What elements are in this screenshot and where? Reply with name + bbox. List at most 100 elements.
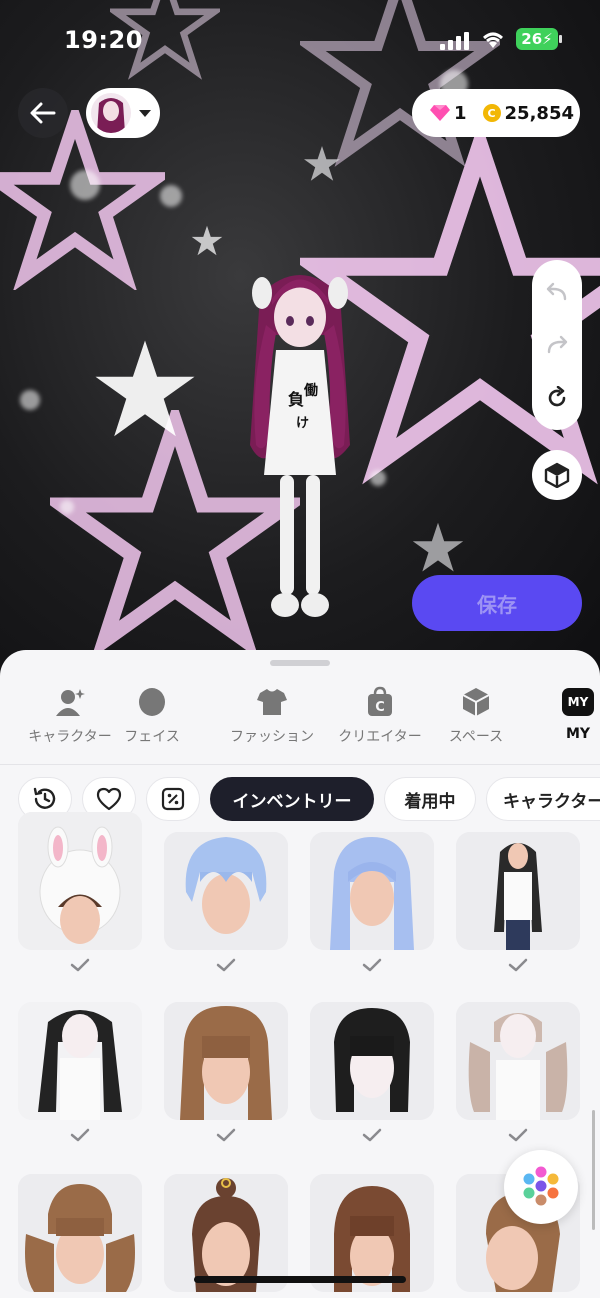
category-tabs: キャラクター フェイス ファッション C クリエイター スペース MY MY <box>0 684 600 754</box>
arrow-left-icon <box>30 102 56 124</box>
undo-button[interactable] <box>537 272 577 312</box>
svg-text:働: 働 <box>303 382 318 399</box>
sparkle <box>20 390 40 410</box>
hair-thumbnail <box>164 1002 288 1120</box>
avatar-character[interactable]: 負 働 け <box>240 255 360 625</box>
edit-history-panel <box>532 260 582 430</box>
owned-check-icon <box>164 950 288 980</box>
chevron-down-icon <box>139 109 151 117</box>
item-card[interactable] <box>164 1174 288 1292</box>
item-card[interactable] <box>310 1002 434 1150</box>
filter-character[interactable]: キャラクター <box>486 777 600 821</box>
tab-label: ファッション <box>230 729 314 745</box>
redo-icon <box>547 335 568 354</box>
hair-thumbnail <box>456 832 580 950</box>
avatar-stage: 負 働 け 19:20 26 ⚡ 1 C 25,854 保存 <box>0 0 600 690</box>
my-badge: MY <box>562 688 594 716</box>
tab-space[interactable]: スペース <box>426 684 526 754</box>
owned-check-icon <box>456 950 580 980</box>
item-card[interactable] <box>18 1174 142 1292</box>
reset-button[interactable] <box>537 378 577 418</box>
refresh-icon <box>548 385 566 406</box>
hair-thumbnail <box>18 812 142 950</box>
item-card[interactable] <box>18 1002 142 1150</box>
sparkle <box>60 500 74 514</box>
tab-label: クリエイター <box>338 729 422 745</box>
hair-thumbnail <box>310 1174 434 1292</box>
sparkle <box>370 470 386 486</box>
gem-count: 1 <box>454 102 467 124</box>
coupon-icon <box>161 787 185 811</box>
hair-thumbnail <box>456 1002 580 1120</box>
star-decoration <box>304 146 340 181</box>
tab-label: スペース <box>448 729 504 745</box>
battery-icon: 26 ⚡ <box>516 28 562 50</box>
tab-creator[interactable]: C クリエイター <box>330 684 430 754</box>
heart-icon <box>96 787 122 811</box>
creator-bag-icon: C <box>362 684 398 720</box>
face-icon <box>134 684 170 720</box>
wifi-icon <box>483 32 503 48</box>
divider <box>0 764 600 765</box>
coin-icon: C <box>482 104 501 122</box>
history-icon <box>33 787 56 809</box>
star-decoration <box>191 225 223 256</box>
my-badge-icon: MY <box>560 684 596 720</box>
filter-inventory[interactable]: インベントリー <box>210 777 374 821</box>
space-cube-icon <box>458 684 494 720</box>
back-button[interactable] <box>18 88 68 138</box>
palette-icon <box>523 1166 559 1206</box>
status-time: 19:20 <box>64 26 143 54</box>
item-card[interactable] <box>310 1174 434 1292</box>
tab-fashion[interactable]: ファッション <box>212 684 332 754</box>
hair-thumbnail <box>310 1002 434 1120</box>
currency-balance[interactable]: 1 C 25,854 <box>412 89 580 137</box>
sparkle <box>160 185 182 207</box>
redo-button[interactable] <box>537 325 577 365</box>
scrollbar[interactable] <box>592 1110 595 1230</box>
sheet-handle[interactable] <box>270 660 330 666</box>
coupon-filter-button[interactable] <box>146 777 200 821</box>
owned-check-icon <box>310 1120 434 1150</box>
owned-check-icon <box>456 1120 580 1150</box>
tab-character[interactable]: キャラクター <box>0 684 140 754</box>
view-3d-button[interactable] <box>532 450 582 500</box>
coin-count: 25,854 <box>504 102 574 124</box>
item-card[interactable] <box>164 1002 288 1150</box>
tab-label: キャラクター <box>28 729 112 745</box>
svg-text:負: 負 <box>288 390 304 409</box>
hair-thumbnail <box>310 832 434 950</box>
color-palette-button[interactable] <box>504 1150 578 1224</box>
cellular-signal-icon <box>440 30 470 50</box>
cube-icon <box>544 462 570 488</box>
owned-check-icon <box>18 1120 142 1150</box>
item-card[interactable] <box>456 1002 580 1150</box>
diamond-icon <box>430 105 450 121</box>
undo-icon <box>546 283 567 301</box>
character-icon <box>52 684 88 720</box>
hair-thumbnail <box>164 832 288 950</box>
item-card[interactable] <box>18 812 142 980</box>
filter-wearing[interactable]: 着用中 <box>384 777 476 821</box>
svg-text:C: C <box>375 700 385 715</box>
avatar <box>91 93 131 133</box>
svg-text:け: け <box>296 416 309 431</box>
hair-thumbnail <box>18 1002 142 1120</box>
item-card[interactable] <box>310 832 434 980</box>
tab-label: MY <box>565 726 591 742</box>
sparkle <box>70 170 100 200</box>
owned-check-icon <box>164 1120 288 1150</box>
owned-check-icon <box>310 950 434 980</box>
tab-face[interactable]: フェイス <box>124 684 180 754</box>
home-indicator[interactable] <box>194 1276 406 1283</box>
star-decoration <box>95 340 195 437</box>
avatar-switcher[interactable] <box>86 88 160 138</box>
hair-thumbnail <box>18 1174 142 1292</box>
hair-thumbnail <box>164 1174 288 1292</box>
item-card[interactable] <box>456 832 580 980</box>
owned-check-icon <box>18 950 142 980</box>
save-button[interactable]: 保存 <box>412 575 582 631</box>
tab-my[interactable]: MY MY <box>538 684 600 754</box>
item-card[interactable] <box>164 832 288 980</box>
tab-label: フェイス <box>124 729 180 745</box>
